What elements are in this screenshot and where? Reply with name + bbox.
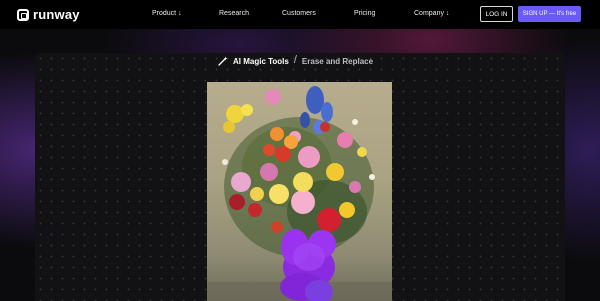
nav-research[interactable]: Research [219, 10, 249, 17]
breadcrumb-section[interactable]: AI Magic Tools [233, 57, 289, 66]
magic-wand-icon [218, 56, 228, 66]
nav-customers[interactable]: Customers [282, 10, 316, 17]
breadcrumb: AI Magic Tools / Erase and Replace [218, 54, 374, 66]
nav-pricing[interactable]: Pricing [354, 10, 375, 17]
runway-logo[interactable]: runway [17, 7, 80, 22]
bouquet-illustration [207, 86, 392, 301]
top-navigation: runway Product ↓ Research Customers Pric… [0, 0, 600, 29]
nav-company[interactable]: Company ↓ [414, 10, 449, 17]
runway-logo-icon [17, 8, 29, 21]
breadcrumb-current: Erase and Replace [301, 56, 374, 66]
brand-name: runway [33, 7, 80, 22]
flower-painting-image[interactable] [207, 82, 392, 301]
nav-product[interactable]: Product ↓ [152, 10, 182, 17]
signup-button[interactable]: SIGN UP — It's free [518, 6, 581, 22]
login-button[interactable]: LOG IN [480, 6, 513, 22]
breadcrumb-separator: / [293, 54, 297, 66]
